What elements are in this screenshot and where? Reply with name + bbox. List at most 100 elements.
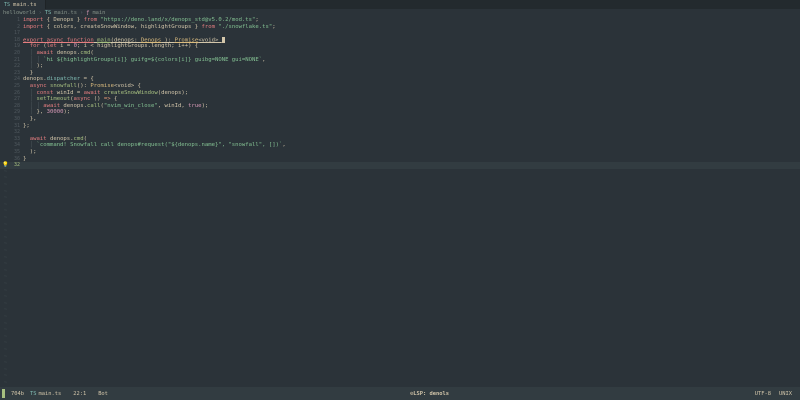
code-token: export async function [23, 37, 94, 44]
empty-line-marker: ~ [4, 215, 8, 221]
code-token: │ │ [23, 56, 44, 63]
code-token: await [29, 135, 47, 142]
code-token: from [201, 23, 215, 30]
code-text: denops.dispatcher = { [23, 76, 94, 83]
empty-line-marker: ~ [4, 221, 8, 228]
empty-line-marker: ~ [4, 195, 8, 202]
code-text: │ }, 30000); [23, 109, 70, 116]
code-line[interactable]: 22 │ ); [0, 63, 800, 70]
line-number: 27 [13, 96, 20, 103]
code-token: ); [29, 149, 37, 155]
code-token: snowfall [49, 83, 77, 89]
code-token: main [97, 37, 111, 44]
line-number: 33 [13, 135, 20, 142]
empty-line-marker: ~ [4, 373, 8, 380]
line-number: 1 [16, 17, 20, 23]
editor-buffer[interactable]: 1 import { Denops } from "https://deno.la… [0, 17, 800, 387]
code-token: denops. [53, 50, 81, 56]
empty-line-marker: ~ [4, 241, 8, 248]
empty-line-marker: ~ [4, 287, 8, 294]
code-line[interactable]: 2 import { colors, createSnowWindow, high… [0, 24, 800, 31]
code-token: "nvim_win_close" [103, 102, 158, 109]
empty-line-marker: ~ [4, 175, 8, 182]
code-token: setTimeout [36, 96, 71, 103]
code-token: │ [23, 96, 37, 103]
line-number: 17 [13, 30, 20, 37]
code-token: async [73, 96, 91, 103]
code-text: } [23, 156, 26, 163]
empty-line-marker: ~ [4, 254, 8, 261]
lightbulb-icon[interactable]: 💡 [2, 162, 9, 169]
code-line[interactable]: 20 │ await denops.cmd( [0, 50, 800, 57]
code-line[interactable]: 28 │ │ await denops.call("nvim_win_close… [0, 103, 800, 110]
empty-line-marker: ~ [4, 248, 8, 254]
line-number: 29 [13, 109, 20, 116]
code-line[interactable]: 1 import { Denops } from "https://deno.la… [0, 17, 800, 24]
file-size: 704b [11, 390, 24, 397]
empty-line-marker: ~ [4, 168, 8, 175]
code-token: (): [76, 83, 91, 89]
line-number: 2 [16, 23, 20, 30]
code-line[interactable]: 26 │ const winId = await createSnowWindo… [0, 90, 800, 97]
breadcrumb-file[interactable]: main.ts [54, 10, 77, 16]
code-line[interactable]: 35 ); [0, 149, 800, 156]
code-token: }; [23, 122, 30, 129]
empty-line-marker: ~ [4, 353, 8, 360]
code-token: ; [255, 17, 259, 23]
code-line[interactable]: 23 } [0, 70, 800, 77]
empty-line-marker: ~ [4, 327, 8, 334]
code-line[interactable]: 19 for (let i = 0; i < highlightGroups.l… [0, 43, 800, 50]
line-number: 32 [13, 162, 20, 169]
empty-line-marker: ~ [4, 320, 8, 327]
code-token: import [23, 23, 44, 30]
code-token: │ [23, 89, 37, 96]
code-text: │ ); [23, 63, 44, 70]
code-token: true [188, 102, 202, 109]
breadcrumb-separator: › [38, 10, 42, 16]
code-line[interactable]: 18 export async function main(denops: Den… [0, 36, 800, 44]
typescript-file-icon: TS [4, 1, 11, 8]
tab-main-ts[interactable]: TS main.ts [0, 0, 46, 9]
code-line[interactable]: 31}; [0, 123, 800, 130]
empty-line-marker: ~ [4, 300, 8, 307]
code-line[interactable]: 24 denops.dispatcher = { [0, 76, 800, 83]
empty-line-marker: ~ [4, 201, 8, 208]
line-number: 26 [13, 89, 20, 96]
code-token: Promise [90, 83, 114, 89]
code-text: import { Denops } from "https://deno.lan… [23, 17, 259, 24]
code-token: cmd [73, 135, 84, 142]
empty-line-marker: ~ [4, 314, 8, 320]
code-text: │ await denops.cmd( [23, 50, 94, 57]
code-token: │ [23, 142, 37, 149]
file-encoding: UTF-8 [754, 390, 772, 397]
line-number: 30 [13, 116, 20, 122]
code-line[interactable]: 17 [0, 30, 800, 37]
code-line[interactable]: 27 │ setTimeout(async () => { [0, 96, 800, 103]
line-number: 20 [13, 50, 20, 56]
code-line[interactable]: 25 async snowfall(): Promise<void> { [0, 83, 800, 90]
code-line[interactable]: 34 │ `command! Snowfall call denops#requ… [0, 142, 800, 149]
code-line[interactable]: 21 │ │ `hi ${highlightGroups[i]} guifg=$… [0, 57, 800, 64]
code-text: │ │ `hi ${highlightGroups[i]} guifg=${co… [23, 57, 266, 64]
code-token: , winId, [157, 102, 189, 109]
empty-line-marker: ~ [4, 366, 8, 373]
code-token: <void> { [113, 83, 141, 89]
code-token: ( [83, 135, 88, 142]
code-line[interactable]: 💡 32 [0, 162, 800, 169]
code-line[interactable]: 30 }, [0, 116, 800, 123]
code-line[interactable]: 29 │ }, 30000); [0, 109, 800, 116]
code-token: i = [56, 43, 74, 50]
code-line[interactable]: 32 [0, 129, 800, 136]
breadcrumb-symbol[interactable]: main [92, 10, 105, 16]
code-line[interactable]: 36} [0, 156, 800, 163]
code-token: let [46, 43, 57, 50]
breadcrumb-project[interactable]: helloworld [3, 10, 35, 16]
scroll-percent: Bot [98, 390, 108, 397]
code-token: { [110, 96, 118, 103]
code-token: ): [161, 37, 175, 44]
line-number: 31 [13, 122, 20, 129]
